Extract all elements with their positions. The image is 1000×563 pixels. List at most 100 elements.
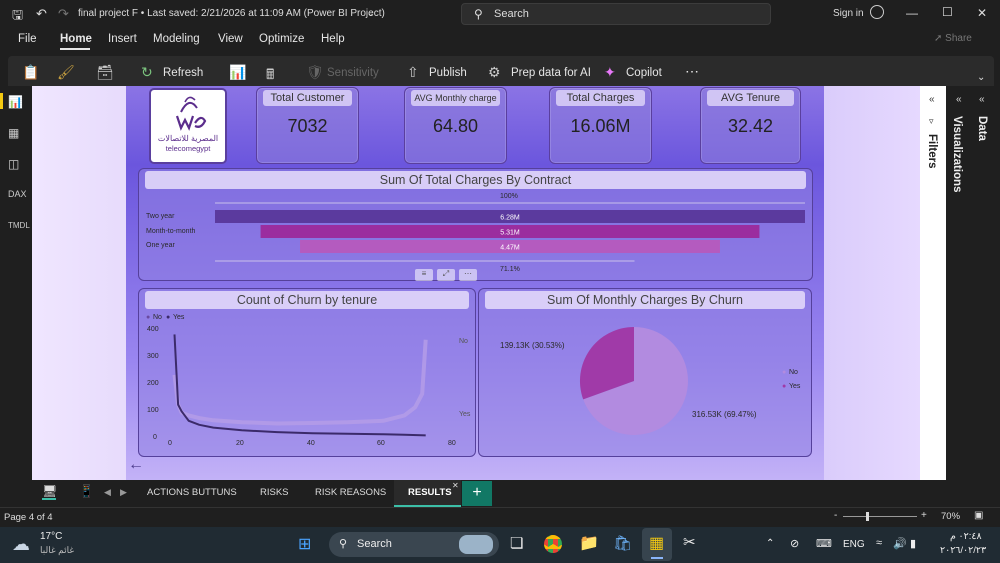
tab-risk-reasons[interactable]: RISK REASONS bbox=[315, 487, 386, 498]
report-view-icon[interactable]: 📊 bbox=[8, 95, 23, 109]
search-input[interactable]: ⚲ Search bbox=[461, 3, 771, 25]
save-icon[interactable]: 🖫 bbox=[12, 6, 23, 28]
kpi-card-total-customer[interactable]: Total Customer 7032 bbox=[256, 87, 359, 164]
wifi-icon[interactable]: ≈ bbox=[876, 537, 882, 549]
tabs-next-icon[interactable]: ▶ bbox=[120, 487, 127, 498]
bar-chart-panel[interactable]: Sum Of Total Charges By Contract 6.28M 5.… bbox=[138, 168, 813, 281]
get-data-icon[interactable]: 🗃 bbox=[96, 64, 114, 81]
taskbar-search[interactable]: ⚲ Search bbox=[329, 532, 499, 557]
chevron-down-icon[interactable]: ⌄ bbox=[367, 8, 375, 19]
calculator-icon[interactable]: 🖩 bbox=[266, 64, 274, 88]
menu-help[interactable]: Help bbox=[321, 33, 345, 45]
collapse-ribbon-icon[interactable]: ⌄ bbox=[977, 72, 985, 83]
tab-risks[interactable]: RISKS bbox=[260, 487, 289, 498]
more-options-icon[interactable]: ⋯ bbox=[459, 269, 477, 281]
format-painter-icon[interactable]: 🖌 bbox=[57, 64, 75, 81]
menu-modeling[interactable]: Modeling bbox=[153, 33, 200, 45]
close-icon[interactable]: ✕ bbox=[977, 6, 987, 20]
close-tab-icon[interactable]: ✕ bbox=[452, 481, 459, 490]
table-view-icon[interactable]: ▦ bbox=[8, 126, 19, 140]
clock-time[interactable]: ٠٢:٤٨ م bbox=[950, 531, 982, 542]
more-options-icon[interactable]: ⋯ bbox=[685, 63, 699, 80]
kpi-card-avg-monthly[interactable]: AVG Monthly charge 64.80 bbox=[404, 87, 507, 164]
paste-icon[interactable]: 📋 bbox=[22, 64, 39, 81]
copilot-button[interactable]: Copilot bbox=[626, 67, 662, 79]
visualizations-pane-label[interactable]: Visualizations bbox=[951, 116, 963, 192]
account-icon[interactable] bbox=[870, 5, 884, 19]
kpi-card-total-charges[interactable]: Total Charges 16.06M bbox=[549, 87, 652, 164]
focus-mode-icon[interactable]: ⤢ bbox=[437, 269, 455, 281]
filters-pane-label: Filters bbox=[926, 134, 938, 169]
copilot-icon[interactable]: ✦ bbox=[604, 64, 616, 81]
menu-bar bbox=[0, 28, 1000, 52]
expand-visualizations-icon[interactable]: « bbox=[956, 94, 962, 105]
show-hidden-icons[interactable]: ⌃ bbox=[766, 538, 774, 549]
share-label: Share bbox=[945, 33, 972, 44]
zoom-slider[interactable] bbox=[843, 516, 917, 517]
weather-temp[interactable]: 17°C bbox=[40, 531, 62, 542]
refresh-button[interactable]: Refresh bbox=[163, 67, 203, 79]
input-language[interactable]: ENG bbox=[843, 539, 865, 550]
tab-actions-buttuns[interactable]: ACTIONS BUTTUNS bbox=[147, 487, 237, 498]
network-off-icon[interactable]: ⊘ bbox=[790, 537, 799, 550]
file-explorer-icon[interactable]: 📁 bbox=[579, 533, 599, 553]
tabs-prev-icon[interactable]: ◀ bbox=[104, 487, 111, 498]
prep-data-button[interactable]: Prep data for AI bbox=[511, 67, 591, 79]
new-visual-icon[interactable]: 📊 bbox=[229, 64, 246, 81]
kpi-value: 7032 bbox=[287, 116, 328, 136]
menu-optimize[interactable]: Optimize bbox=[259, 33, 304, 45]
zoom-in-icon[interactable]: + bbox=[921, 510, 927, 521]
powerbi-icon[interactable]: ▦ bbox=[649, 533, 664, 553]
tmdl-view-icon[interactable]: TMDL bbox=[8, 221, 30, 230]
menu-file[interactable]: File bbox=[18, 33, 37, 45]
expand-icon[interactable]: « bbox=[929, 94, 935, 105]
redo-icon[interactable]: ↷ bbox=[58, 6, 69, 22]
pie-chart-panel[interactable]: Sum Of Monthly Charges By Churn 139.13K … bbox=[478, 288, 812, 457]
keyboard-icon[interactable]: ⌨ bbox=[816, 537, 832, 550]
task-view-icon[interactable]: ❏ bbox=[510, 534, 523, 552]
bar-value-label: 5.31M bbox=[500, 230, 520, 237]
refresh-icon[interactable]: ↻ bbox=[141, 64, 153, 81]
zoom-out-icon[interactable]: - bbox=[834, 510, 837, 521]
zoom-slider-thumb[interactable] bbox=[866, 512, 869, 521]
battery-icon[interactable]: ▮ bbox=[910, 537, 916, 550]
clock-date[interactable]: ٢٠٢٦/٠٢/٢٣ bbox=[940, 545, 986, 556]
dax-query-icon[interactable]: DAX bbox=[8, 189, 27, 199]
add-page-button[interactable]: + bbox=[462, 481, 492, 506]
snipping-tool-icon[interactable]: ✂ bbox=[683, 533, 696, 551]
data-pane-label[interactable]: Data bbox=[976, 116, 988, 141]
publish-icon[interactable]: ⇧ bbox=[407, 64, 419, 81]
expand-data-icon[interactable]: « bbox=[979, 94, 985, 105]
line-chart-panel[interactable]: Count of Churn by tenure ● No ● Yes 400 … bbox=[138, 288, 476, 457]
desktop-layout-icon[interactable]: 🖥 bbox=[42, 484, 57, 498]
publish-button[interactable]: Publish bbox=[429, 67, 467, 79]
minimize-icon[interactable]: — bbox=[906, 6, 918, 20]
weather-cloud-icon[interactable]: ☁ bbox=[12, 534, 30, 555]
start-menu-icon[interactable]: ⊞ bbox=[298, 534, 311, 554]
mobile-layout-icon[interactable]: 📱 bbox=[79, 484, 94, 498]
drill-icon[interactable]: ≡ bbox=[415, 269, 433, 281]
series-line-no[interactable] bbox=[172, 339, 428, 426]
kpi-card-avg-tenure[interactable]: AVG Tenure 32.42 bbox=[700, 87, 801, 164]
store-icon[interactable]: 🛍 bbox=[613, 534, 632, 552]
menu-view[interactable]: View bbox=[218, 33, 243, 45]
back-arrow-icon[interactable]: ← bbox=[128, 456, 144, 474]
pie-chart-svg bbox=[579, 327, 688, 435]
undo-icon[interactable]: ↶ bbox=[36, 6, 47, 22]
volume-icon[interactable]: 🔊 bbox=[893, 537, 907, 550]
chrome-icon[interactable] bbox=[544, 535, 562, 553]
fit-to-page-icon[interactable]: ▣ bbox=[974, 510, 983, 521]
menu-home[interactable]: Home bbox=[60, 33, 92, 45]
document-title[interactable]: final project F • Last saved: 2/21/2026 … bbox=[78, 8, 385, 19]
bar-value-label: 6.28M bbox=[500, 215, 520, 222]
search-label: Search bbox=[494, 8, 529, 20]
share-button[interactable]: ➚ Share bbox=[934, 33, 972, 44]
model-view-icon[interactable]: ◫ bbox=[8, 157, 19, 171]
maximize-icon[interactable]: ☐ bbox=[942, 5, 953, 19]
tab-results[interactable]: RESULTS bbox=[408, 487, 452, 498]
menu-insert[interactable]: Insert bbox=[108, 33, 137, 45]
prep-data-icon[interactable]: ⚙ bbox=[488, 64, 501, 81]
signin-link[interactable]: Sign in bbox=[833, 8, 864, 19]
filters-pane[interactable]: « ▿ Filters bbox=[920, 86, 946, 480]
pie-label-no: 316.53K (69.47%) bbox=[692, 410, 757, 419]
